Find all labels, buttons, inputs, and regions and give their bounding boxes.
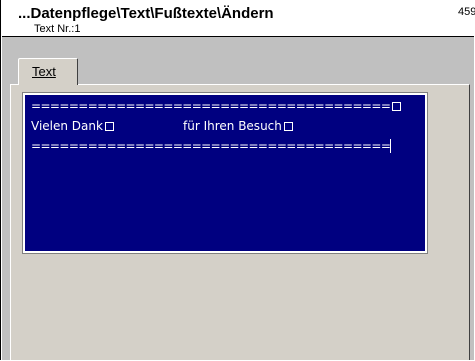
text-number-label: Text Nr.:1 <box>34 23 81 35</box>
page-title: ...Datenpflege\Text\Fußtexte\Ändern <box>18 5 274 22</box>
thanks-text: Vielen Dank <box>31 119 103 133</box>
title-bar: ...Datenpflege\Text\Fußtexte\Ändern Text… <box>2 0 475 37</box>
visit-text-group: für Ihren Besuch <box>183 119 293 133</box>
visit-text: für Ihren Besuch <box>183 119 282 133</box>
corner-number: 459 <box>458 6 475 18</box>
line-end-marker <box>392 102 402 111</box>
separator-line-bottom: ====================================== <box>31 139 391 153</box>
tab-text-label: Text <box>32 64 56 79</box>
editor-line-1: ====================================== <box>31 99 402 113</box>
text-cursor <box>390 139 392 153</box>
editor-line-2: Vielen Dank für Ihren Besuch <box>31 119 293 133</box>
line-end-marker <box>283 122 293 131</box>
editor-line-3: ====================================== <box>31 139 392 153</box>
tab-text[interactable]: Text <box>18 58 78 85</box>
line-end-marker <box>104 122 114 131</box>
separator-line-top: ====================================== <box>31 99 391 113</box>
footer-text-editor[interactable]: ====================================== V… <box>22 92 428 254</box>
window-frame: ...Datenpflege\Text\Fußtexte\Ändern Text… <box>0 0 475 360</box>
